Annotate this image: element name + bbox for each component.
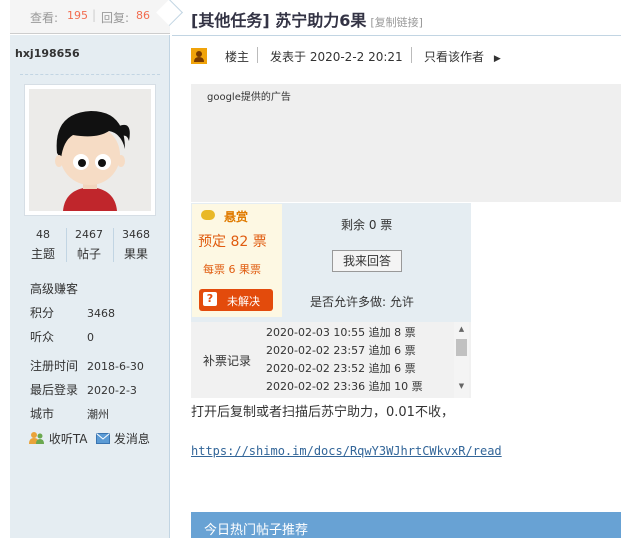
- info-value: 2018-6-30: [87, 360, 144, 373]
- divider: [257, 47, 258, 63]
- hot-posts-title: 今日热门帖子推荐: [204, 523, 309, 538]
- info-registered: 注册时间 2018-6-30: [30, 357, 144, 374]
- avatar[interactable]: [29, 89, 151, 211]
- post-link[interactable]: https://shimo.im/docs/RqwY3WJhrtCWkvxR/r…: [191, 444, 502, 458]
- message-label: 发消息: [113, 432, 150, 446]
- scroll-down-icon[interactable]: ▼: [454, 382, 469, 392]
- bounty-remaining: 剩余 0 票: [341, 218, 393, 232]
- info-value: 0: [87, 331, 94, 344]
- stat-label: 果果: [123, 247, 148, 261]
- list-item: 2020-02-02 23:57 追加 6 票: [266, 344, 416, 357]
- info-last-login: 最后登录 2020-2-3: [30, 381, 137, 398]
- stat-label: 主题: [30, 247, 55, 261]
- floor-label: 楼主: [225, 50, 250, 64]
- info-key: 最后登录: [30, 383, 79, 397]
- unsolved-label: 未解决: [227, 295, 260, 308]
- scroll-thumb[interactable]: [456, 339, 467, 356]
- scroll-up-icon[interactable]: ▲: [454, 325, 469, 335]
- info-value: 2020-2-3: [87, 384, 137, 397]
- info-city: 城市 潮州: [30, 405, 109, 422]
- avatar-image: [29, 89, 151, 211]
- info-key: 积分: [30, 306, 55, 320]
- unsolved-badge: ? 未解决: [199, 289, 273, 311]
- user-stat-posts[interactable]: 2467 帖子: [66, 228, 112, 262]
- user-icon: [191, 48, 207, 64]
- info-listeners: 听众 0: [30, 328, 94, 345]
- author-name[interactable]: hxj198656: [15, 47, 80, 60]
- allow-multiple: 是否允许多做: 允许: [310, 295, 414, 309]
- divider: [172, 35, 621, 36]
- user-rank[interactable]: 高级赚客: [30, 280, 78, 297]
- post-body-text: 打开后复制或者扫描后苏宁助力，0.01不收，: [191, 405, 454, 420]
- info-key: 注册时间: [30, 359, 79, 373]
- info-key: 城市: [30, 407, 55, 421]
- thread-stats-bar: 查看: 195 | 回复: 86: [10, 0, 170, 34]
- copy-link[interactable]: [复制链接]: [370, 16, 423, 29]
- bounty-label: 悬赏: [224, 210, 249, 224]
- person-icon: [191, 48, 207, 64]
- list-item: 2020-02-02 23:36 追加 10 票: [266, 380, 423, 393]
- list-item: 2020-02-02 23:52 追加 6 票: [266, 362, 416, 375]
- info-key: 听众: [30, 330, 55, 344]
- replies-count: 86: [136, 9, 150, 22]
- records-list[interactable]: 2020-02-03 10:55 追加 8 票 2020-02-02 23:57…: [266, 324, 456, 396]
- stat-label: 帖子: [76, 247, 101, 261]
- user-stat-coins[interactable]: 3468 果果: [113, 228, 159, 262]
- divider: [20, 74, 160, 75]
- follow-button[interactable]: 收听TA: [29, 430, 87, 447]
- info-value: 3468: [87, 307, 115, 320]
- stat-value: 2467: [75, 228, 103, 241]
- post-time: 发表于 2020-2-2 20:21: [270, 50, 403, 64]
- info-points: 积分 3468: [30, 304, 115, 321]
- only-author-label: 只看该作者: [424, 50, 485, 64]
- records-label: 补票记录: [203, 354, 252, 368]
- stat-value: 48: [36, 228, 50, 241]
- views-label: 查看:: [30, 11, 59, 25]
- stat-value: 3468: [122, 228, 150, 241]
- bounty-per-vote: 每票 6 果票: [203, 263, 261, 276]
- ad-label: google提供的广告: [207, 92, 291, 103]
- views-count: 195: [67, 9, 88, 22]
- coins-icon: [201, 210, 215, 220]
- replies-label: 回复:: [101, 11, 130, 25]
- only-author-link[interactable]: 只看该作者 ▶: [424, 48, 501, 65]
- mail-icon: [96, 433, 110, 444]
- message-button[interactable]: 发消息: [96, 430, 150, 447]
- stats-separator: |: [92, 8, 97, 22]
- answer-button[interactable]: 我来回答: [332, 250, 402, 272]
- thread-title: [其他任务] 苏宁助力6果 [复制链接]: [191, 7, 423, 31]
- bounty-amount: 预定 82 票: [198, 234, 267, 250]
- follow-label: 收听TA: [48, 432, 88, 446]
- question-icon: ?: [203, 292, 217, 306]
- divider: [411, 47, 412, 63]
- user-stat-threads[interactable]: 48 主题: [20, 228, 66, 262]
- users-icon: [29, 432, 44, 444]
- thread-title-text: [其他任务] 苏宁助力6果: [191, 11, 367, 30]
- list-item: 2020-02-03 10:55 追加 8 票: [266, 326, 416, 339]
- info-value: 潮州: [87, 408, 109, 421]
- triangle-right-icon: ▶: [493, 54, 501, 64]
